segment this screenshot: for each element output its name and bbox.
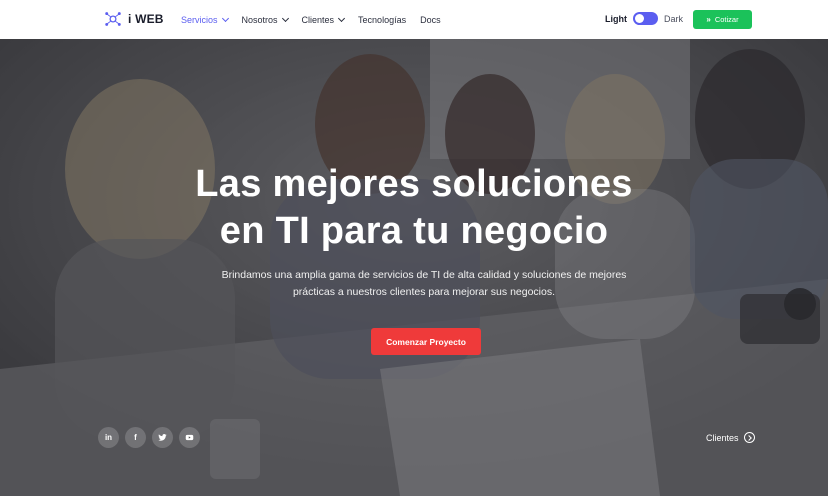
- brand-logo[interactable]: i WEB: [104, 10, 164, 28]
- chevron-down-icon: [338, 14, 346, 22]
- theme-light-label: Light: [605, 13, 627, 24]
- nav-item-servicios[interactable]: Servicios: [181, 14, 229, 25]
- twitter-icon[interactable]: [152, 427, 173, 448]
- hero-section: Las mejores soluciones en TI para tu neg…: [0, 39, 828, 496]
- nav-item-nosotros[interactable]: Nosotros: [242, 14, 289, 25]
- nav-item-clientes[interactable]: Clientes: [302, 14, 346, 25]
- linkedin-icon[interactable]: in: [98, 427, 119, 448]
- clientes-link[interactable]: Clientes: [706, 432, 755, 443]
- facebook-icon[interactable]: f: [125, 427, 146, 448]
- theme-switcher: Light Dark: [605, 12, 683, 25]
- brand-name: i WEB: [128, 12, 164, 26]
- chevron-down-icon: [221, 14, 229, 22]
- arrow-right-circle-icon: [743, 432, 755, 443]
- hero-title: Las mejores soluciones en TI para tu neg…: [195, 163, 633, 252]
- comenzar-proyecto-button[interactable]: Comenzar Proyecto: [371, 328, 481, 355]
- hero-subtitle: Brindamos una amplia gama de servicios d…: [221, 269, 627, 298]
- theme-dark-label: Dark: [664, 13, 684, 24]
- social-links: in f: [98, 427, 200, 448]
- twitter-bird-shape: [158, 434, 167, 441]
- cotizar-button[interactable]: » Cotizar: [693, 10, 752, 29]
- main-nav: Servicios Nosotros Clientes Tecnologías …: [181, 0, 441, 39]
- nav-item-docs[interactable]: Docs: [420, 15, 441, 25]
- youtube-icon[interactable]: [179, 427, 200, 448]
- toggle-knob: [635, 14, 644, 23]
- youtube-play-shape: [185, 434, 194, 441]
- top-navbar: i WEB Servicios Nosotros Clientes Tecnol…: [0, 0, 828, 39]
- nav-item-tecnologias[interactable]: Tecnologías: [358, 15, 406, 25]
- theme-toggle[interactable]: [633, 12, 658, 25]
- double-chevron-right-icon: »: [706, 15, 711, 24]
- logo-icon: [105, 12, 121, 26]
- chevron-down-icon: [281, 14, 289, 22]
